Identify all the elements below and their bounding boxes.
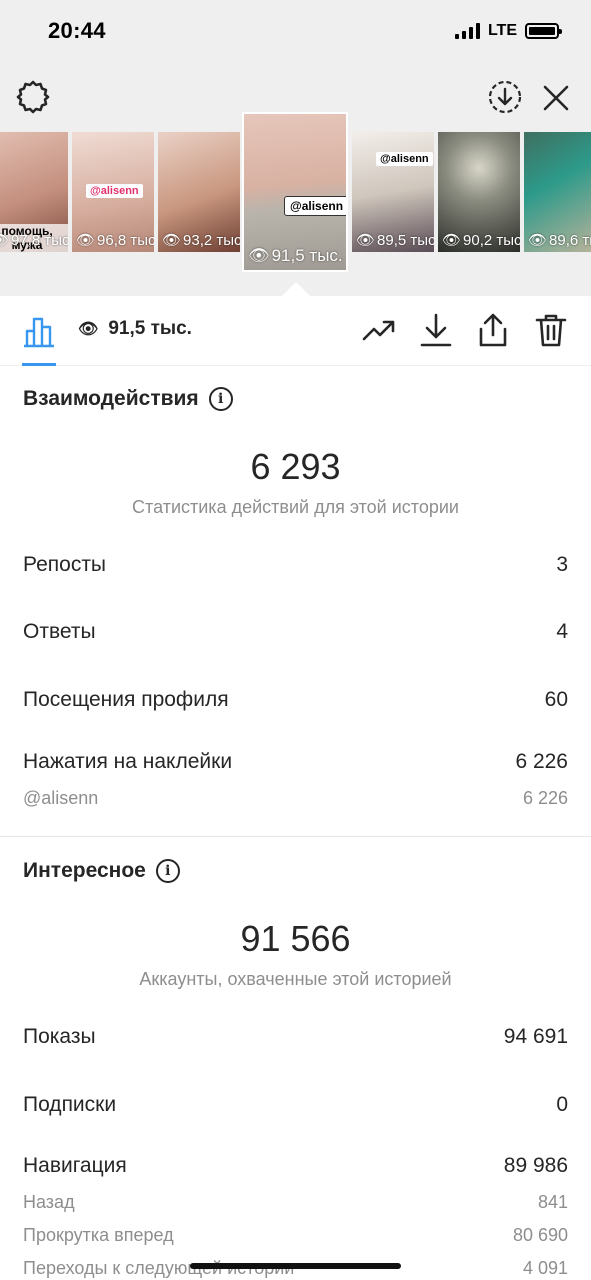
views-count: 93,2 тыс. <box>183 231 240 249</box>
discovery-subrow-back: Назад 841 <box>23 1192 568 1213</box>
download-circle-icon[interactable] <box>486 78 524 116</box>
mention-sticker: @alisenn <box>376 152 433 166</box>
row-value: 3 <box>556 553 568 576</box>
active-tab-indicator <box>22 363 56 366</box>
interactions-title: Взаимодействия i <box>23 387 233 411</box>
download-icon[interactable] <box>417 310 455 350</box>
bar-chart-icon[interactable] <box>20 312 58 350</box>
row-label: Репосты <box>23 553 107 576</box>
mention-sticker: @alisenn <box>86 184 143 198</box>
eye-icon: 👁 <box>528 232 548 249</box>
views-count: 91,5 тыс. <box>271 246 343 265</box>
eye-icon: 👁 <box>356 232 376 249</box>
section-divider <box>0 836 591 837</box>
discovery-row-follows: Подписки 0 <box>23 1093 568 1117</box>
toolbar-views: 👁 91,5 тыс. <box>78 318 192 340</box>
eye-icon: 👁 <box>76 232 96 249</box>
story-toolbar: 👁 91,5 тыс. <box>0 296 591 366</box>
home-indicator[interactable] <box>190 1263 401 1269</box>
row-value: 4 091 <box>522 1258 568 1278</box>
row-value: 94 691 <box>503 1025 568 1048</box>
discovery-total: 91 566 <box>240 918 351 959</box>
row-label: Прокрутка вперед <box>23 1225 174 1245</box>
battery-level <box>529 27 555 35</box>
eye-icon: 👁 <box>162 232 182 249</box>
thumbnail-views: 👁 96,8 тыс. <box>76 231 154 250</box>
row-value: 89 986 <box>503 1154 568 1177</box>
row-label: @alisenn <box>23 788 99 808</box>
interactions-row-profile-visits: Посещения профиля 60 <box>23 688 568 712</box>
interactions-row-sticker-taps: Нажатия на наклейки 6 226 <box>23 750 568 774</box>
story-thumbnail-6[interactable]: 👁 90,2 тыс. <box>438 132 520 252</box>
discovery-caption: Аккаунты, охваченные этой историей <box>139 969 452 989</box>
status-bar: 20:44 LTE <box>0 0 591 64</box>
story-thumbnail-2[interactable]: @alisenn 👁 96,8 тыс. <box>72 132 154 252</box>
trending-icon[interactable] <box>360 312 398 350</box>
signal-icon <box>454 23 480 39</box>
close-icon[interactable] <box>538 80 574 116</box>
row-value: 80 690 <box>512 1225 568 1245</box>
story-thumbnails: помощь, мужа 👁97,8 тыс. @alisenn 👁96,8 т… <box>0 112 591 284</box>
interactions-title-text: Взаимодействия <box>23 387 199 410</box>
row-value: 60 <box>544 688 568 711</box>
interactions-total: 6 293 <box>250 446 341 487</box>
views-count: 90,2 тыс. <box>463 231 520 249</box>
eye-icon: 👁 <box>0 231 9 249</box>
row-value: 0 <box>556 1093 568 1116</box>
thumbnail-views: 👁 93,2 тыс. <box>162 231 240 250</box>
trash-icon[interactable] <box>532 310 570 350</box>
story-thumbnail-7[interactable]: 👁89,6 тыс. <box>524 132 591 252</box>
share-icon[interactable] <box>474 310 512 350</box>
discovery-title: Интересное i <box>23 859 180 883</box>
row-value: 6 226 <box>522 788 568 808</box>
thumbnail-views: 👁 90,2 тыс. <box>442 231 520 250</box>
row-label: Нажатия на наклейки <box>23 750 233 773</box>
row-label: Подписки <box>23 1093 117 1116</box>
thumbnail-views: 👁97,8 тыс. <box>0 231 68 250</box>
thumbnail-views: 👁 91,5 тыс. <box>248 246 343 266</box>
row-label: Ответы <box>23 620 96 643</box>
row-label: Показы <box>23 1025 96 1048</box>
thumbnail-views: 👁 89,5 тыс. <box>356 231 434 250</box>
views-count: 97,8 тыс. <box>11 231 68 249</box>
info-icon[interactable]: i <box>155 859 180 883</box>
eye-icon: 👁 <box>78 321 99 338</box>
interactions-caption: Статистика действий для этой истории <box>132 497 459 517</box>
row-value: 841 <box>537 1192 568 1212</box>
views-count: 89,6 тыс. <box>549 231 591 249</box>
interactions-subrow-mention: @alisenn 6 226 <box>23 788 568 809</box>
toolbar-views-count: 91,5 тыс. <box>108 318 192 339</box>
discovery-row-impressions: Показы 94 691 <box>23 1025 568 1049</box>
views-count: 96,8 тыс. <box>97 231 154 249</box>
status-indicators: LTE <box>454 22 562 40</box>
story-thumbnail-selected[interactable]: @alisenn 👁 91,5 тыс. <box>242 112 348 272</box>
story-thumbnail-3[interactable]: 👁 93,2 тыс. <box>158 132 240 252</box>
thumbnail-views: 👁89,6 тыс. <box>528 231 591 250</box>
story-thumbnail-1[interactable]: помощь, мужа 👁97,8 тыс. <box>0 132 68 252</box>
interactions-row-shares: Репосты 3 <box>23 553 568 577</box>
eye-icon: 👁 <box>248 246 270 265</box>
interactions-row-replies: Ответы 4 <box>23 620 568 644</box>
discovery-row-navigation: Навигация 89 986 <box>23 1154 568 1178</box>
row-label: Назад <box>23 1192 75 1212</box>
status-time: 20:44 <box>48 18 106 43</box>
discovery-title-text: Интересное <box>23 859 146 882</box>
battery-icon <box>525 23 562 39</box>
row-label: Навигация <box>23 1154 127 1177</box>
eye-icon: 👁 <box>442 232 462 249</box>
selected-pointer <box>282 282 310 296</box>
gear-icon[interactable] <box>14 78 52 116</box>
info-icon[interactable]: i <box>208 387 233 411</box>
row-value: 4 <box>556 620 568 643</box>
views-count: 89,5 тыс. <box>377 231 434 249</box>
mention-sticker: @alisenn <box>284 196 346 216</box>
network-label: LTE <box>487 22 517 39</box>
story-thumbnail-5[interactable]: @alisenn 👁 89,5 тыс. <box>352 132 434 252</box>
discovery-subrow-forward: Прокрутка вперед 80 690 <box>23 1225 568 1246</box>
row-label: Посещения профиля <box>23 688 229 711</box>
row-value: 6 226 <box>515 750 568 773</box>
